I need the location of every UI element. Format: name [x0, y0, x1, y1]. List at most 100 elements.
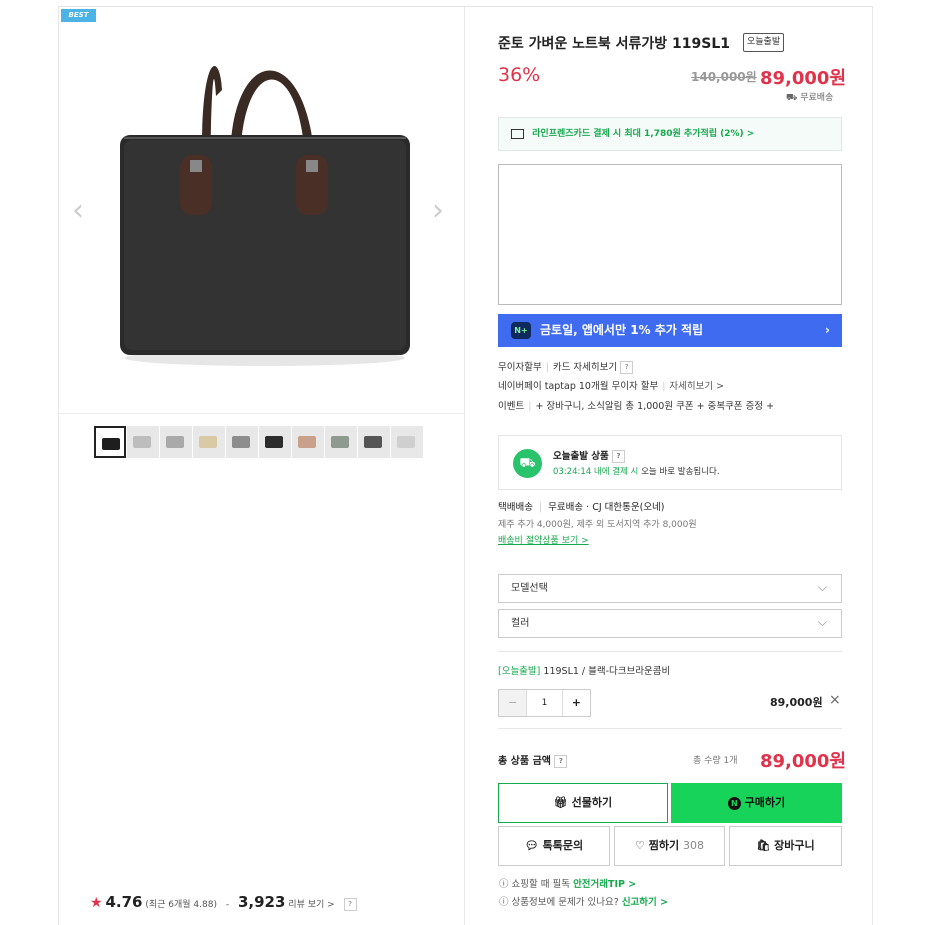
separator: - [225, 900, 230, 910]
delivery-type: 택배배송 [498, 502, 533, 513]
delivery-line: 택배배송 | 무료배송 · CJ 대한통운(오네) [498, 502, 665, 513]
wish-count: 308 [682, 839, 704, 852]
thumbnail-image [166, 436, 184, 448]
heart-icon: ♡ [635, 839, 645, 852]
report-text: 상품정보에 문제가 있나요? [511, 897, 619, 908]
model-select-label: 모델선택 [511, 583, 548, 594]
product-image[interactable] [110, 40, 415, 370]
thumbnail[interactable] [160, 426, 192, 458]
today-ship-timer: 03:24:14 내에 결제 시 [553, 467, 639, 477]
safety-tip-text: 쇼핑할 때 필독 [511, 879, 571, 890]
delivery-method: 무료배송 · CJ 대한통운(오네) [548, 502, 665, 513]
card-detail-link[interactable]: 카드 자세히보기 [553, 362, 617, 373]
review-count: 3,923 [237, 893, 286, 911]
product-title: 준토 가벼운 노트북 서류가방 119SL1 [498, 36, 731, 52]
thumbnail[interactable] [325, 426, 357, 458]
installment-line: 무이자할부 | 카드 자세히보기 ? [498, 359, 634, 374]
divider [498, 728, 842, 729]
info-icon: ⓘ [499, 879, 509, 890]
today-ship-desc: 오늘 바로 발송됩니다. [641, 467, 720, 477]
color-select[interactable]: 컬러 ⌵ [498, 609, 842, 638]
total-label-row: 총 상품 금액 ? [498, 752, 568, 768]
wish-button[interactable]: ♡ 찜하기 308 [614, 826, 725, 866]
ad-placeholder [498, 164, 842, 305]
naver-plus-icon: N+ [511, 322, 531, 339]
naverpay-detail-link[interactable]: 자세히보기 > [669, 381, 724, 392]
cart-icon: 🛍︎ [756, 839, 771, 852]
thumbnail-image [199, 436, 217, 448]
gallery-divider [59, 413, 464, 414]
qty-minus-button[interactable]: − [499, 690, 527, 716]
talk-inquiry-button[interactable]: 💬︎ 톡톡문의 [498, 826, 610, 866]
help-icon[interactable]: ? [343, 898, 357, 911]
help-icon[interactable]: ? [620, 361, 634, 374]
thumbnail[interactable] [358, 426, 390, 458]
report-link[interactable]: 신고하기 > [622, 897, 668, 908]
original-price: 140,000원 [691, 70, 757, 84]
chevron-down-icon: ⌵ [817, 615, 827, 629]
thumbnail[interactable] [127, 426, 159, 458]
recent-rating: (최근 6개월 4.88) [145, 900, 217, 910]
installment-label: 무이자할부 [498, 362, 542, 373]
free-shipping: ⛟ 무료배송 [786, 90, 833, 104]
truck-icon: ⛟ [513, 449, 542, 478]
thumbnail[interactable] [259, 426, 291, 458]
thumbnail-image [364, 436, 382, 448]
event-label: 이벤트 [498, 401, 525, 412]
chevron-down-icon: ⌵ [817, 580, 827, 594]
gift-label: 선물하기 [571, 796, 613, 809]
help-icon[interactable]: ? [612, 450, 626, 463]
event-line: 이벤트 | + 장바구니, 소식알림 총 1,000원 쿠폰 + 중복쿠폰 증정 + [498, 401, 775, 412]
qty-plus-button[interactable]: + [563, 690, 590, 716]
safety-tip-link[interactable]: 안전거래TIP > [573, 879, 636, 890]
report-line: ⓘ 상품정보에 문제가 있나요? 신고하기 > [499, 894, 668, 908]
today-ship-title: 오늘출발 상품 [553, 451, 609, 462]
today-ship-box: ⛟ 오늘출발 상품 ? 03:24:14 내에 결제 시 오늘 바로 발송됩니다… [498, 435, 842, 490]
thumbnail[interactable] [292, 426, 324, 458]
help-icon[interactable]: ? [554, 754, 568, 768]
gift-button[interactable]: 🎁︎ 선물하기 [498, 783, 668, 823]
sale-price: 89,000원 [760, 68, 847, 89]
star-icon: ★ [90, 895, 103, 911]
info-icon: ⓘ [499, 897, 509, 908]
review-link[interactable]: 리뷰 보기 > [288, 900, 334, 910]
card-benefit-banner[interactable]: 라인프렌즈카드 결제 시 최대 1,780원 추가적립 (2%) > [498, 117, 842, 151]
color-select-label: 컬러 [511, 618, 530, 629]
gallery-prev-button[interactable]: ‹ [72, 196, 84, 226]
today-ship-tag: 오늘출발 [743, 33, 785, 52]
best-badge: BEST [61, 9, 96, 22]
cart-button[interactable]: 🛍︎ 장바구니 [729, 826, 842, 866]
thumbnail-image [102, 438, 120, 450]
naverpay-line: 네이버페이 taptap 10개월 무이자 할부 | 자세히보기 > [498, 381, 725, 392]
talk-label: 톡톡문의 [542, 839, 584, 852]
thumbnail-image [133, 436, 151, 448]
wish-label: 찜하기 [648, 839, 680, 852]
thumbnail-image [331, 436, 349, 448]
event-text[interactable]: + 장바구니, 소식알림 총 1,000원 쿠폰 + 중복쿠폰 증정 + [535, 401, 774, 412]
total-label: 총 상품 금액 [498, 756, 551, 767]
today-ship-title-row: 오늘출발 상품 ? [553, 448, 626, 463]
chat-icon: 💬︎ [524, 839, 539, 852]
gallery-next-button[interactable]: › [432, 196, 444, 226]
thumbnail[interactable] [94, 426, 126, 458]
thumbnail[interactable] [391, 426, 423, 458]
shipping-saving-link[interactable]: 배송비 절약상품 보기 > [498, 533, 589, 546]
thumbnail[interactable] [226, 426, 258, 458]
discount-rate: 36% [498, 64, 541, 86]
buy-button[interactable]: N 구매하기 [671, 783, 842, 823]
thumbnail-image [298, 436, 316, 448]
rating-value: 4.76 [105, 893, 143, 911]
qty-input[interactable]: 1 [526, 690, 563, 716]
naverpay-label: 네이버페이 taptap 10개월 무이자 할부 [498, 381, 659, 392]
buy-label: 구매하기 [744, 796, 786, 809]
card-benefit-text: 라인프렌즈카드 결제 시 최대 1,780원 추가적립 (2%) > [532, 129, 755, 139]
remove-option-button[interactable]: × [829, 692, 841, 708]
naver-n-icon: N [727, 796, 741, 810]
promo-banner[interactable]: N+ 금토일, 앱에서만 1% 추가 적립 › [498, 314, 842, 347]
selected-option: [오늘출발] 119SL1 / 블랙-다크브라운콤비 [498, 663, 670, 677]
thumbnail[interactable] [193, 426, 225, 458]
thumbnail-image [397, 436, 415, 448]
model-select[interactable]: 모델선택 ⌵ [498, 574, 842, 603]
truck-icon: ⛟ [786, 93, 798, 103]
card-icon [511, 128, 524, 139]
